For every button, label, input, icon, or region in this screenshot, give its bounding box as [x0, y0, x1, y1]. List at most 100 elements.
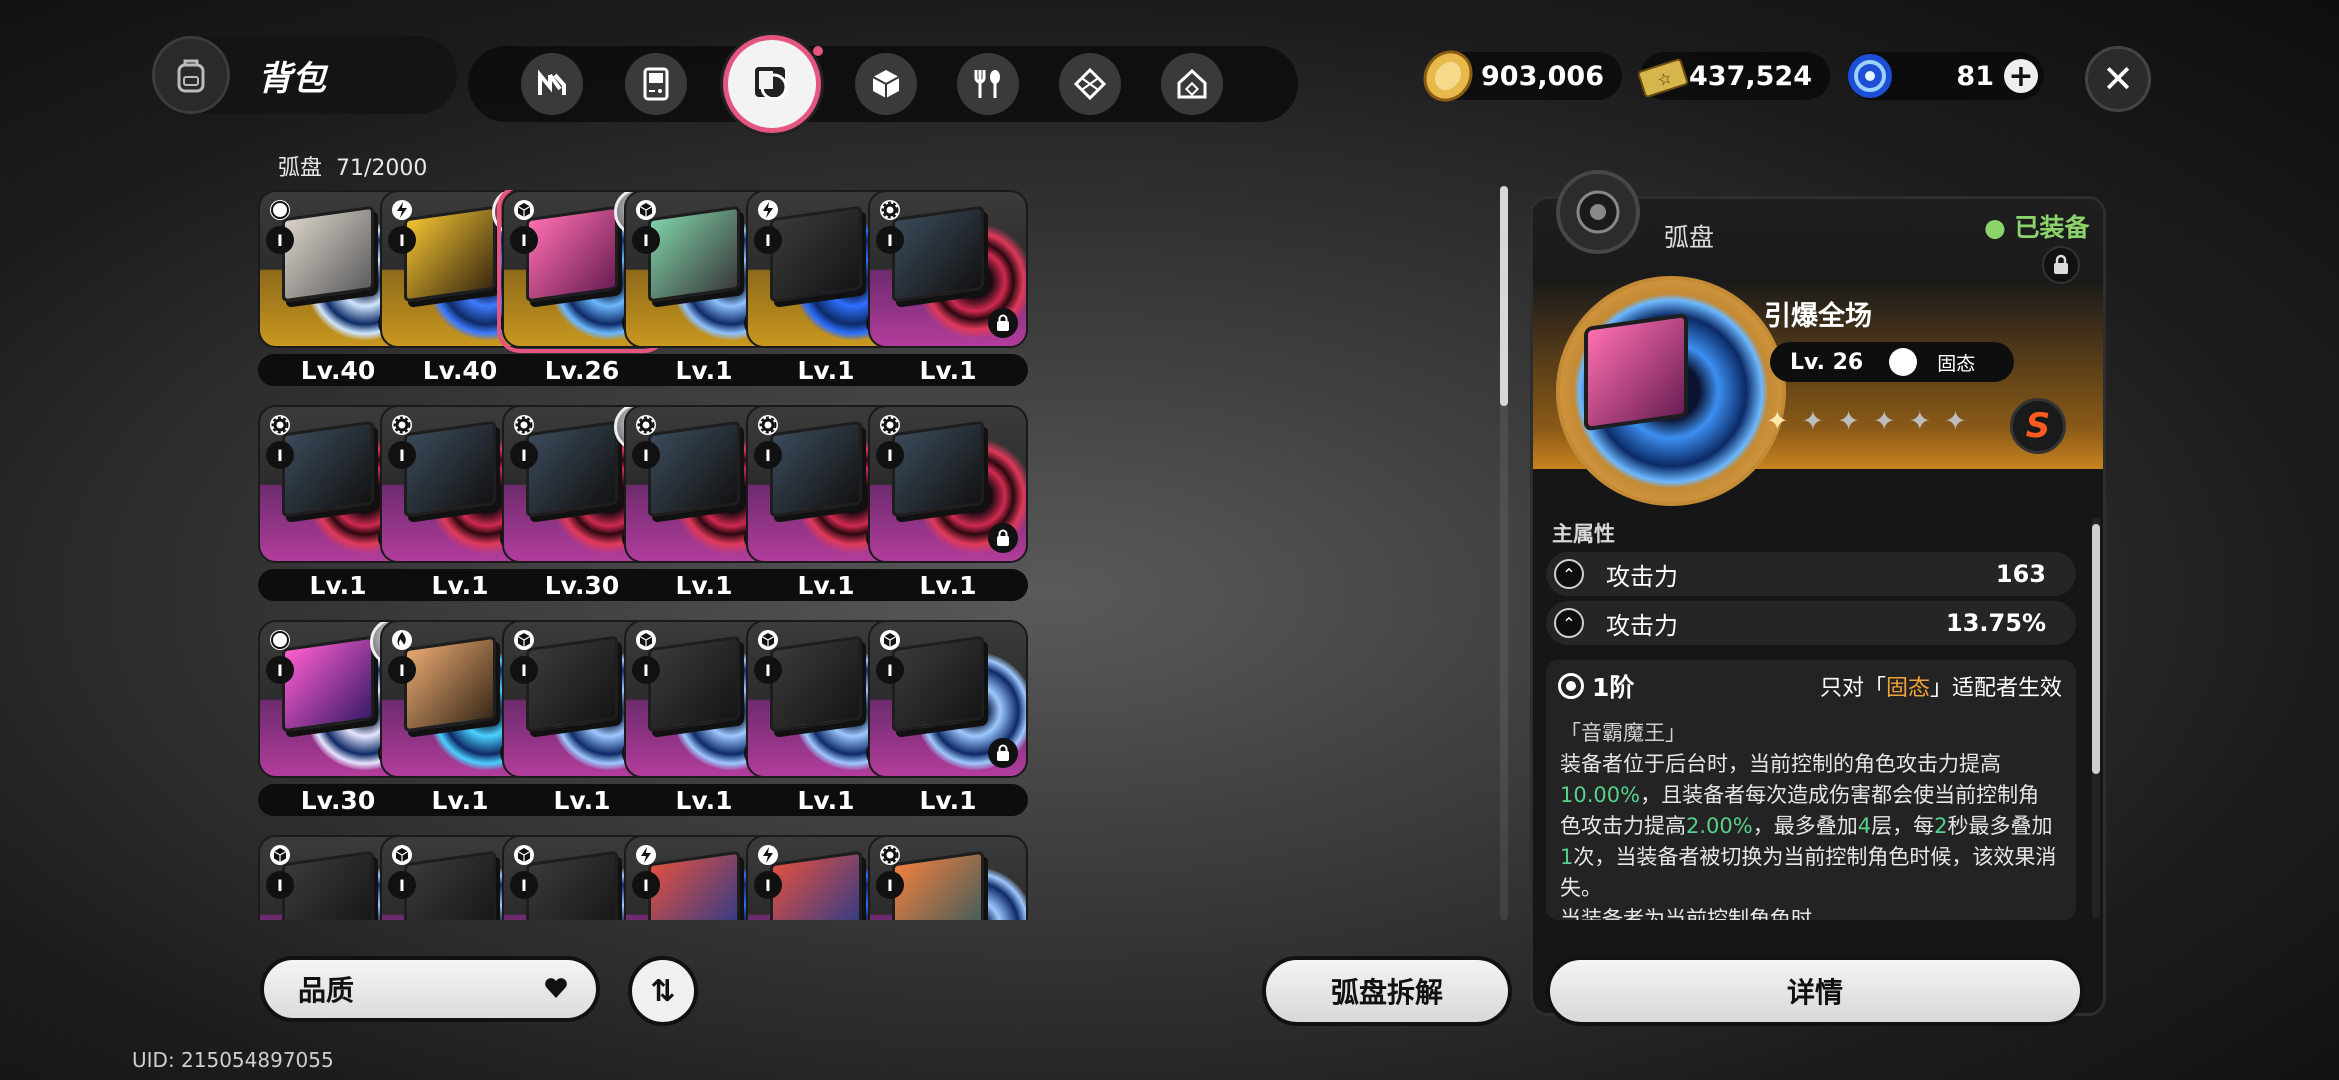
tier-badge: I: [754, 226, 782, 254]
disc-cover: [892, 635, 984, 733]
heart-dropdown-icon: [544, 973, 568, 1006]
disc-card[interactable]: I: [868, 835, 1028, 920]
fire-flame-icon: [390, 628, 414, 652]
disc-card-body: I: [868, 835, 1028, 920]
disc-icon[interactable]: [728, 40, 823, 128]
tier-badge: I: [266, 441, 294, 469]
disc-cover: [892, 420, 984, 518]
energy-orb-icon: [1840, 46, 1900, 106]
gear-attribute-icon: [634, 413, 658, 437]
disc-cover: [526, 420, 618, 518]
grid-scroll-thumb[interactable]: [1500, 186, 1508, 406]
disc-cover: [404, 420, 496, 518]
disc-card[interactable]: I Lv.1: [868, 405, 1028, 601]
gear-attribute-icon: [512, 413, 536, 437]
disc-grid: I Lv.40 I Lv.40 I Lv.26 I Lv.1 I Lv.1 I Lv.1 I Lv.1 I L…: [258, 190, 1338, 920]
dismantle-button[interactable]: 弧盘拆解: [1262, 956, 1512, 1026]
currency-energy: 81 +: [1848, 52, 2044, 100]
star-icon: ✦: [1908, 406, 1932, 437]
equipped-status: ● 已装备: [1984, 213, 2090, 242]
disc-cover: [770, 850, 862, 920]
physical-cube-icon: [512, 628, 536, 652]
lock-toggle-button[interactable]: [2042, 246, 2080, 284]
lock-icon: [988, 308, 1018, 338]
physical-cube-icon: [268, 843, 292, 867]
tier-badge: I: [632, 656, 660, 684]
details-button[interactable]: 详情: [1546, 956, 2084, 1026]
stat-row: ⌃ 攻击力 13.75%: [1546, 601, 2076, 645]
tier-badge: I: [510, 656, 538, 684]
disc-card-body: I: [868, 405, 1028, 563]
quality-filter-dropdown[interactable]: 品质: [260, 956, 600, 1022]
disc-cover: [770, 205, 862, 303]
disc-card[interactable]: I Lv.1: [868, 190, 1028, 386]
cube-icon[interactable]: [855, 53, 917, 115]
ether-swirl-icon: [268, 198, 292, 222]
page-title: 背包: [258, 58, 326, 99]
tier-badge: I: [754, 441, 782, 469]
tier-badge: I: [876, 441, 904, 469]
disc-cover: [404, 850, 496, 920]
effect-description: 「音霸魔王」 装备者位于后台时，当前控制的角色攻击力提高10.00%，且装备者每…: [1560, 718, 2060, 920]
attack-icon: ⌃: [1554, 608, 1584, 638]
tier-badge: I: [876, 871, 904, 899]
electric-bolt-icon: [390, 198, 414, 222]
physical-cube-icon: [878, 628, 902, 652]
cube-type-icon: [1889, 348, 1918, 376]
sort-order-button[interactable]: ⇅: [628, 956, 698, 1026]
lock-icon: [988, 523, 1018, 553]
crystal-icon[interactable]: [1059, 53, 1121, 115]
tier-badge: I: [754, 656, 782, 684]
tier-badge: I: [510, 871, 538, 899]
stat-value: 13.75%: [1946, 609, 2046, 637]
disc-level-label: Lv.1: [868, 784, 1028, 816]
stat-name: 攻击力: [1606, 562, 1678, 591]
tier-badge: I: [388, 656, 416, 684]
gear-attribute-icon: [878, 843, 902, 867]
effect-rank: 1阶: [1592, 673, 1635, 702]
star-icon: ✦: [1801, 406, 1825, 437]
star-icon: ✦: [1766, 406, 1789, 437]
tier-badge: I: [632, 441, 660, 469]
stat-name: 攻击力: [1606, 611, 1678, 640]
star-icon: ✦: [1944, 406, 1967, 437]
physical-cube-icon: [512, 843, 536, 867]
disc-type: 固态: [1937, 352, 1976, 375]
disc-cover: [892, 850, 984, 920]
detail-scroll-thumb[interactable]: [2092, 524, 2100, 774]
disc-cover: [892, 205, 984, 303]
home-icon[interactable]: [1161, 53, 1223, 115]
eye-icon[interactable]: [1558, 673, 1584, 699]
star-icon: ✦: [1837, 406, 1860, 437]
gear-attribute-icon: [878, 413, 902, 437]
tier-badge: I: [510, 441, 538, 469]
fork-spoon-icon[interactable]: [957, 53, 1019, 115]
tier-badge: I: [266, 226, 294, 254]
physical-cube-icon: [512, 198, 536, 222]
inventory-count: 弧盘 71/2000: [278, 150, 441, 182]
tier-badge: I: [266, 656, 294, 684]
effect-condition: 只对「固态」适配者生效: [1819, 676, 2062, 701]
tier-badge: I: [632, 871, 660, 899]
attack-icon: ⌃: [1554, 559, 1584, 589]
physical-cube-icon: [390, 843, 414, 867]
disc-name: 引爆全场: [1764, 301, 1872, 332]
tier-badge: I: [876, 656, 904, 684]
disc-cover: [404, 205, 496, 303]
add-energy-button[interactable]: +: [2004, 59, 2038, 94]
close-button[interactable]: ✕: [2085, 46, 2151, 112]
close-icon: ✕: [2102, 57, 2134, 101]
lock-icon: [988, 738, 1018, 768]
n-logo-icon[interactable]: [521, 53, 583, 115]
disc-cover: [282, 635, 374, 733]
disc-cover: [282, 205, 374, 303]
disc-cover: [282, 420, 374, 518]
gear-attribute-icon: [878, 198, 902, 222]
disc-card[interactable]: I Lv.1: [868, 620, 1028, 816]
disc-cover: [648, 420, 740, 518]
gameboy-icon[interactable]: [625, 53, 687, 115]
star-rating: ✦ ✦ ✦ ✦ ✦ ✦: [1766, 406, 1967, 437]
disc-card-body: I: [868, 190, 1028, 348]
tier-badge: I: [876, 226, 904, 254]
star-icon: ✦: [1872, 406, 1896, 437]
